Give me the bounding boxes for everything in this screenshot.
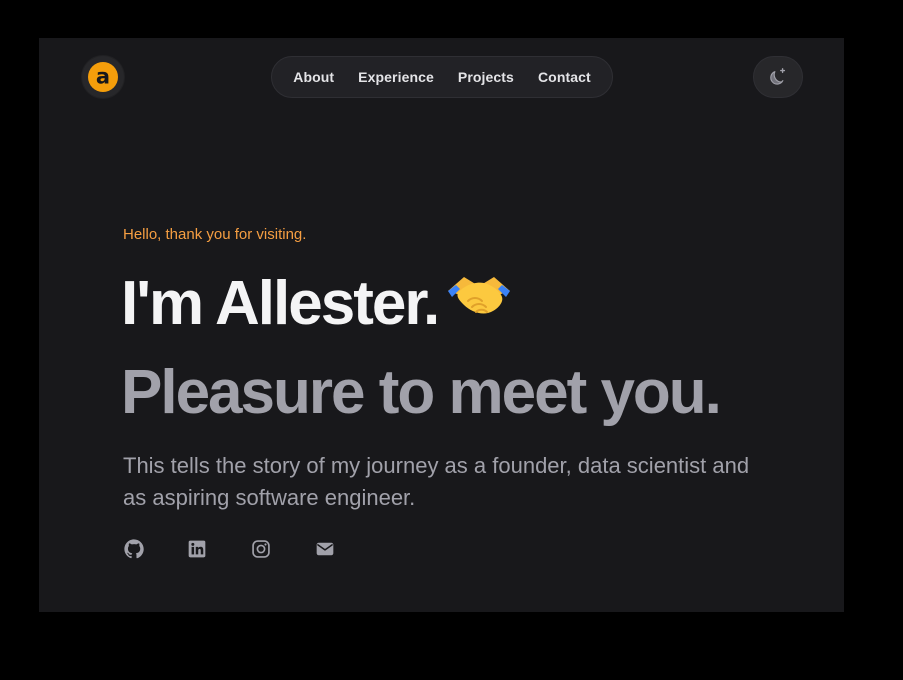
github-link[interactable] <box>123 537 187 561</box>
theme-toggle-button[interactable] <box>753 56 803 98</box>
instagram-icon <box>252 540 270 558</box>
instagram-link[interactable] <box>251 537 315 561</box>
mail-icon <box>316 542 334 556</box>
nav-item-about[interactable]: About <box>281 69 346 85</box>
logo-icon: a <box>88 62 118 92</box>
svg-text:a: a <box>96 65 110 89</box>
handshake-emoji-icon <box>444 265 514 341</box>
nav-item-contact[interactable]: Contact <box>526 69 603 85</box>
subheadline: Pleasure to meet you. <box>121 358 722 427</box>
logo-link[interactable]: a <box>82 56 124 98</box>
nav-item-projects[interactable]: Projects <box>446 69 526 85</box>
email-link[interactable] <box>315 537 379 561</box>
intro-paragraph: This tells the story of my journey as a … <box>123 453 750 510</box>
headline: I'm Allester. <box>121 266 514 342</box>
social-links <box>123 537 379 561</box>
linkedin-link[interactable] <box>187 537 251 561</box>
greeting-text: Hello, thank you for visiting. <box>123 226 307 243</box>
nav-item-experience[interactable]: Experience <box>346 69 446 85</box>
page: a About Experience Projects Contact Hell… <box>39 38 844 612</box>
github-icon <box>124 539 144 559</box>
moon-sparkle-icon <box>770 68 786 85</box>
main-nav: About Experience Projects Contact <box>271 56 613 98</box>
headline-text: I'm Allester. <box>121 269 440 338</box>
linkedin-icon <box>188 540 206 558</box>
